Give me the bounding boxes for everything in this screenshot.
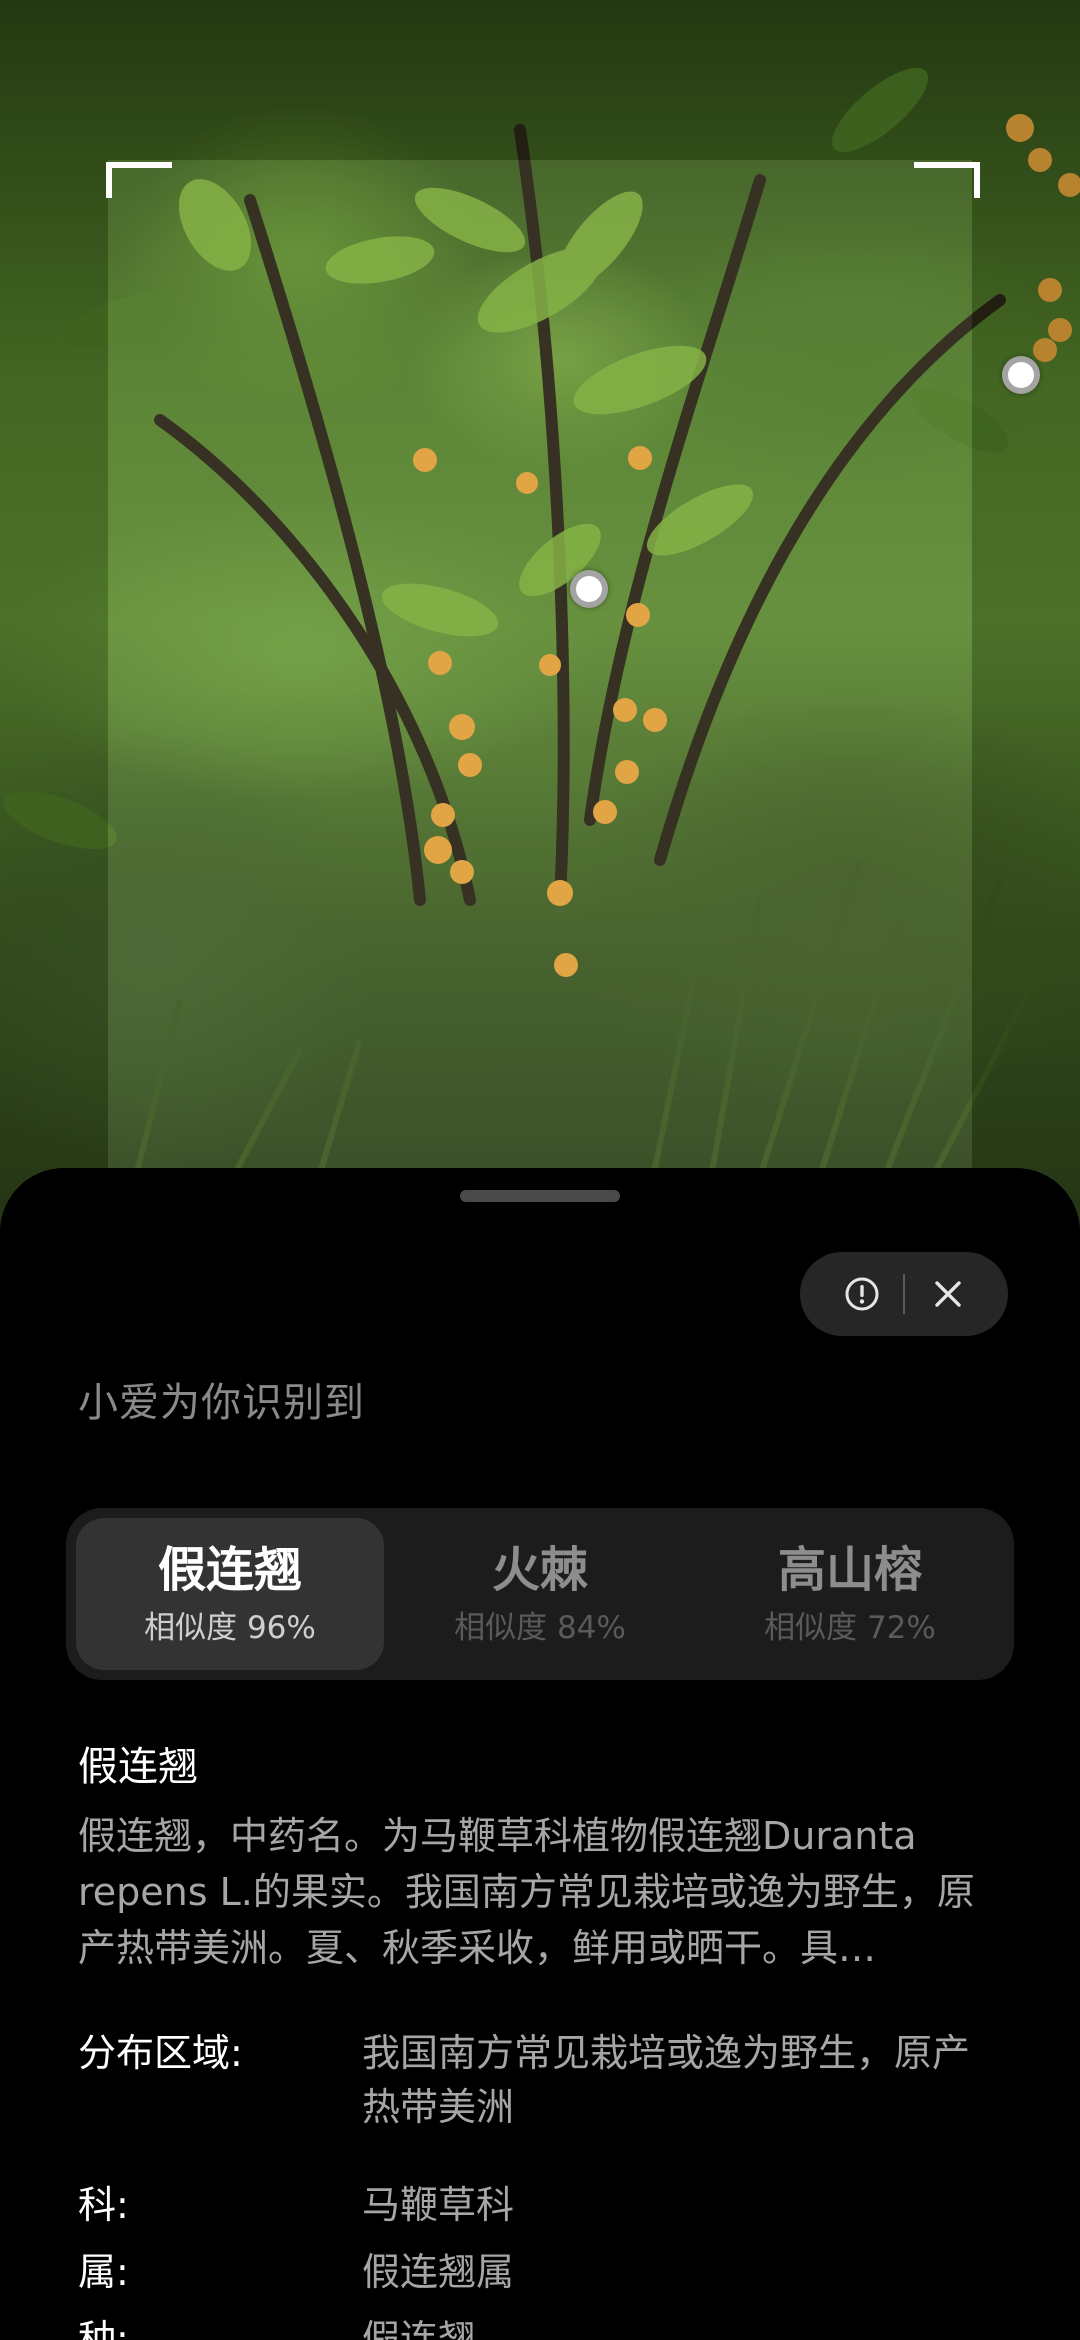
scan-dim-top xyxy=(108,0,972,160)
candidate-tab-2[interactable]: 火棘 相似度 84% xyxy=(386,1518,694,1670)
info-key: 科: xyxy=(78,2183,129,2227)
info-key: 种: xyxy=(78,2317,129,2340)
plant-description[interactable]: 假连翘，中药名。为马鞭草科植物假连翘Duranta repens L.的果实。我… xyxy=(78,1808,998,1976)
action-pill xyxy=(800,1252,1008,1336)
info-key: 分布区域: xyxy=(78,2031,243,2075)
scan-dim-right xyxy=(972,0,1080,1240)
scan-frame xyxy=(108,160,972,1250)
info-value: 假连翘属 xyxy=(362,2250,515,2294)
result-heading: 小爱为你识别到 xyxy=(78,1380,365,1426)
camera-preview[interactable] xyxy=(0,0,1080,1250)
close-icon[interactable] xyxy=(906,1252,990,1336)
scan-corner-top-left xyxy=(106,162,172,198)
selection-point-marker[interactable] xyxy=(1002,356,1040,394)
candidate-similarity: 相似度 84% xyxy=(454,1610,626,1646)
candidate-tab-3[interactable]: 高山榕 相似度 72% xyxy=(696,1518,1004,1670)
info-circle-icon[interactable] xyxy=(820,1252,904,1336)
selection-point-marker[interactable] xyxy=(570,570,608,608)
candidate-name: 高山榕 xyxy=(777,1542,922,1598)
info-value: 假连翘 xyxy=(362,2317,477,2340)
drag-handle[interactable] xyxy=(460,1190,620,1202)
candidate-tabs: 假连翘 相似度 96% 火棘 相似度 84% 高山榕 相似度 72% xyxy=(66,1508,1014,1680)
scan-dim-left xyxy=(0,0,108,1240)
candidate-name: 火棘 xyxy=(491,1542,588,1598)
screen: 小爱为你识别到 假连翘 相似度 96% 火棘 相似度 84% 高山榕 相似度 7… xyxy=(0,0,1080,2340)
candidate-similarity: 相似度 96% xyxy=(144,1610,316,1646)
info-key: 属: xyxy=(78,2250,129,2294)
info-value: 我国南方常见栽培或逸为野生，原产热带美洲 xyxy=(362,2031,971,2129)
plant-title: 假连翘 xyxy=(78,1744,198,1790)
action-divider xyxy=(903,1274,905,1314)
recognition-sheet: 小爱为你识别到 假连翘 相似度 96% 火棘 相似度 84% 高山榕 相似度 7… xyxy=(0,1168,1080,2340)
candidate-similarity: 相似度 72% xyxy=(764,1610,936,1646)
candidate-name: 假连翘 xyxy=(157,1542,302,1598)
scan-corner-top-right xyxy=(914,162,980,198)
info-value: 马鞭草科 xyxy=(362,2183,515,2227)
candidate-tab-1[interactable]: 假连翘 相似度 96% xyxy=(76,1518,384,1670)
